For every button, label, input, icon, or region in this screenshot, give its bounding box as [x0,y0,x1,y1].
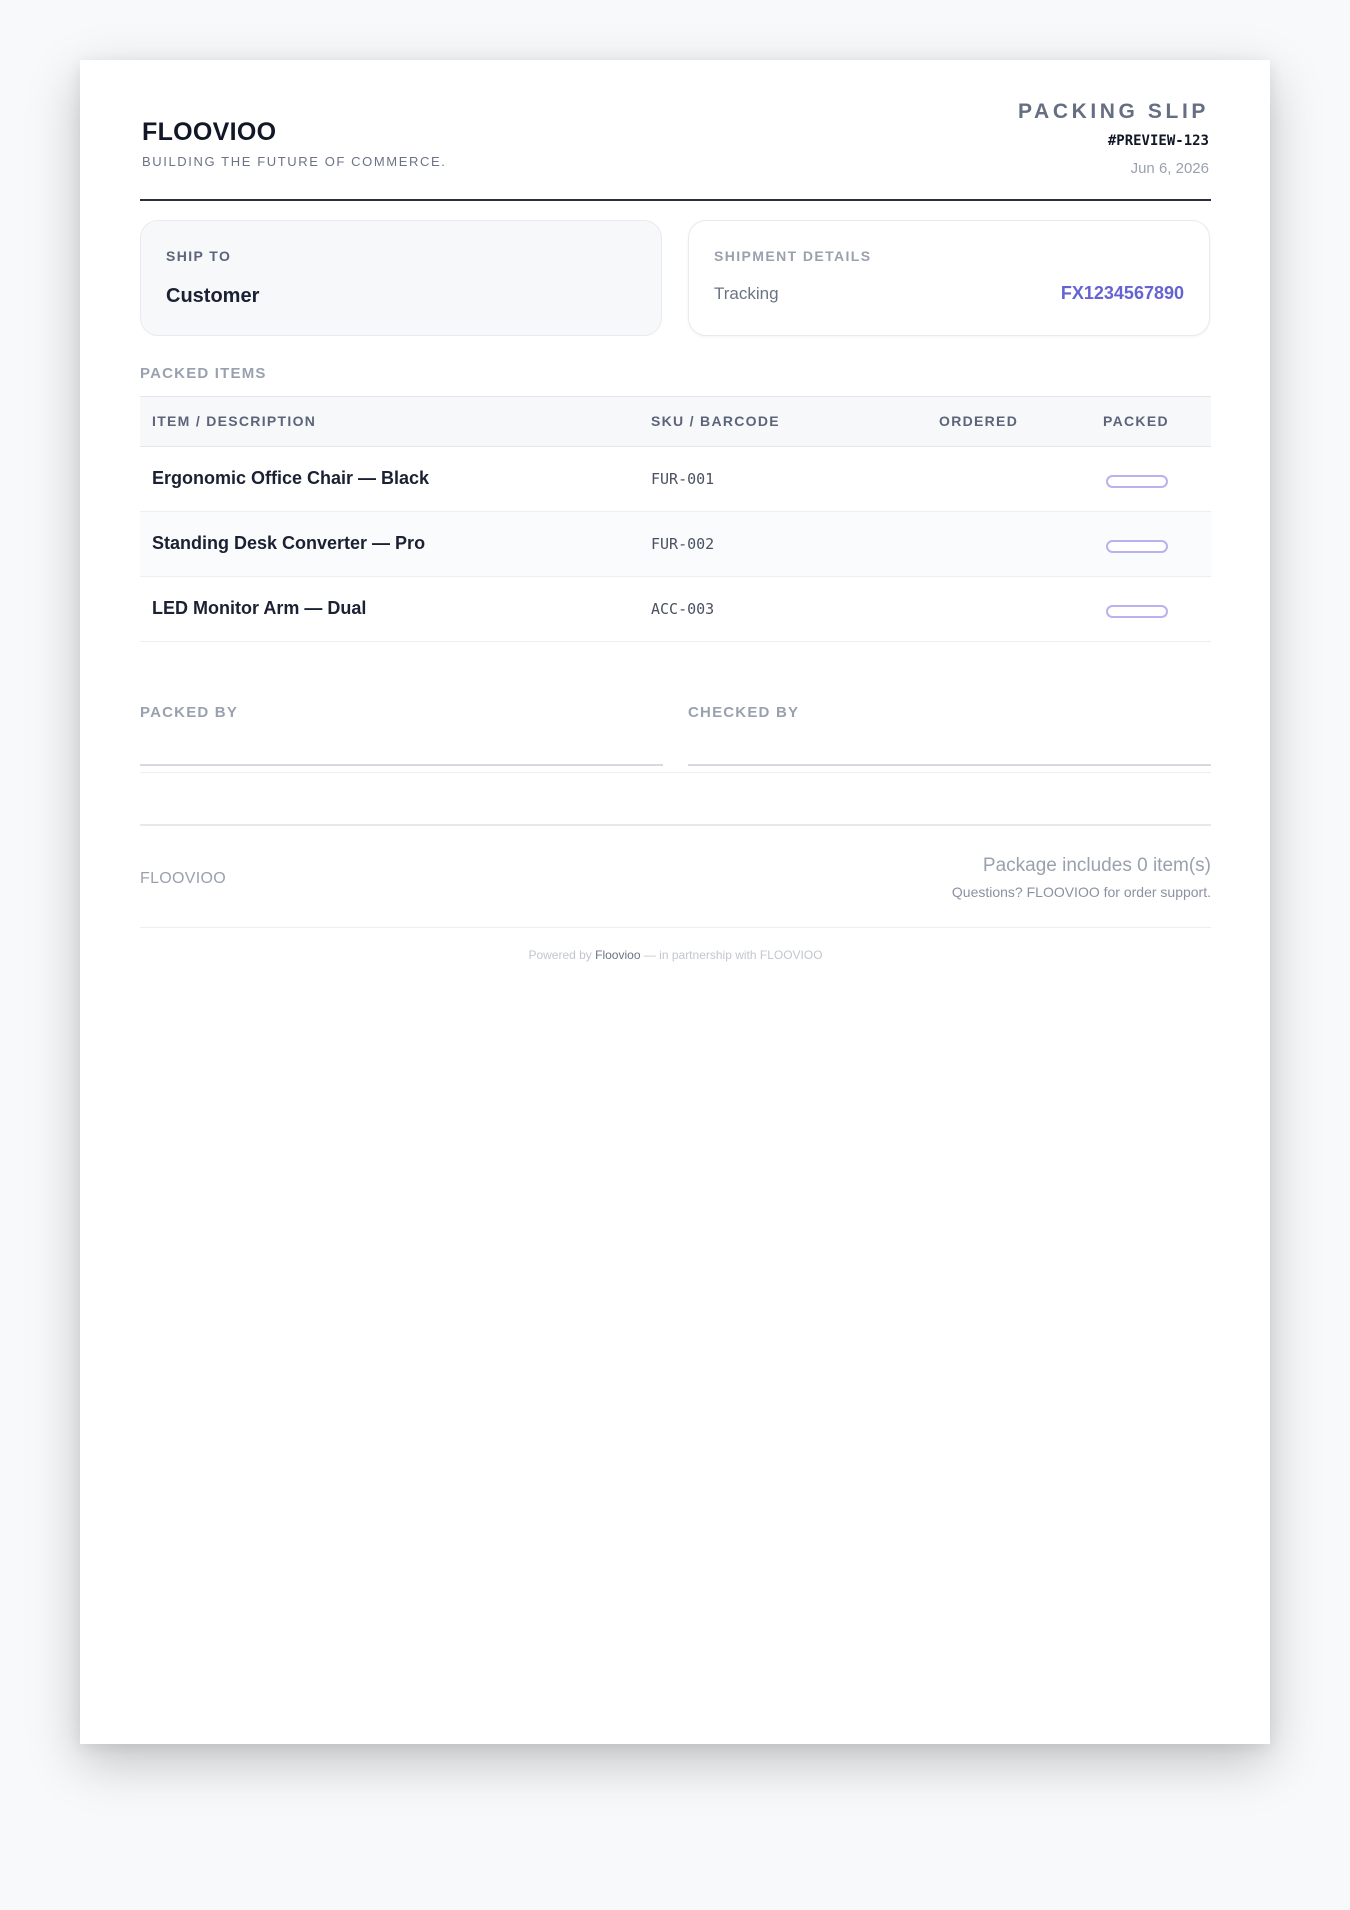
item-name: Ergonomic Office Chair — Black [152,468,430,488]
tracking-label: Tracking [714,284,779,303]
package-count: Package includes 0 item(s) [982,855,1211,876]
signature-divider [140,772,1211,773]
document-date: Jun 6, 2026 [1130,160,1209,177]
brand-tagline: BUILDING THE FUTURE OF COMMERCE. [142,154,447,169]
column-header-sku: SKU / BARCODE [651,413,780,429]
packed-by-label: PACKED BY [140,704,239,721]
column-header-item: ITEM / DESCRIPTION [152,413,317,429]
table-header: ITEM / DESCRIPTION SKU / BARCODE ORDERED… [140,396,1211,447]
packed-checkbox[interactable] [1106,605,1168,618]
footer-bottom-divider [140,927,1211,928]
packed-checkbox[interactable] [1106,475,1168,488]
packed-checkbox[interactable] [1106,540,1168,553]
packed-items-table: ITEM / DESCRIPTION SKU / BARCODE ORDERED… [140,396,1211,642]
powered-by-line: Powered by Floovioo — in partnership wit… [140,948,1211,962]
ship-to-name: Customer [166,285,260,307]
shipment-details-card: SHIPMENT DETAILS Tracking FX1234567890 [688,220,1210,336]
document-number: #PREVIEW-123 [1107,133,1209,149]
packed-items-label: PACKED ITEMS [140,365,267,382]
column-header-packed: PACKED [1103,413,1169,429]
header-divider [140,199,1211,201]
packing-slip-page: FLOOVIOO BUILDING THE FUTURE OF COMMERCE… [80,60,1270,1744]
item-sku: FUR-002 [651,535,715,553]
column-header-ordered: ORDERED [939,413,1019,429]
ship-to-label: SHIP TO [166,248,232,264]
brand-name: FLOOVIOO [142,118,277,146]
table-row: LED Monitor Arm — Dual ACC-003 [140,577,1211,642]
powered-by-suffix: — in partnership with FLOOVIOO [640,948,823,962]
footer-top-divider [140,824,1211,826]
checked-by-signature-line[interactable] [688,764,1211,766]
item-name: Standing Desk Converter — Pro [152,533,426,553]
table-row: Ergonomic Office Chair — Black FUR-001 [140,447,1211,512]
document-title: PACKING SLIP [1018,100,1209,123]
powered-by-brand-link[interactable]: Floovioo [595,948,640,962]
item-name: LED Monitor Arm — Dual [152,598,367,618]
item-sku: FUR-001 [651,470,715,488]
ship-to-card: SHIP TO Customer [140,220,662,336]
powered-by-prefix: Powered by [528,948,596,962]
tracking-number: FX1234567890 [1060,283,1184,303]
table-row: Standing Desk Converter — Pro FUR-002 [140,512,1211,577]
checked-by-label: CHECKED BY [688,704,800,721]
shipment-details-label: SHIPMENT DETAILS [714,248,872,264]
support-text: Questions? FLOOVIOO for order support. [951,884,1211,900]
footer-brand: FLOOVIOO [140,870,226,887]
packed-by-signature-line[interactable] [140,764,663,766]
item-sku: ACC-003 [651,600,715,618]
